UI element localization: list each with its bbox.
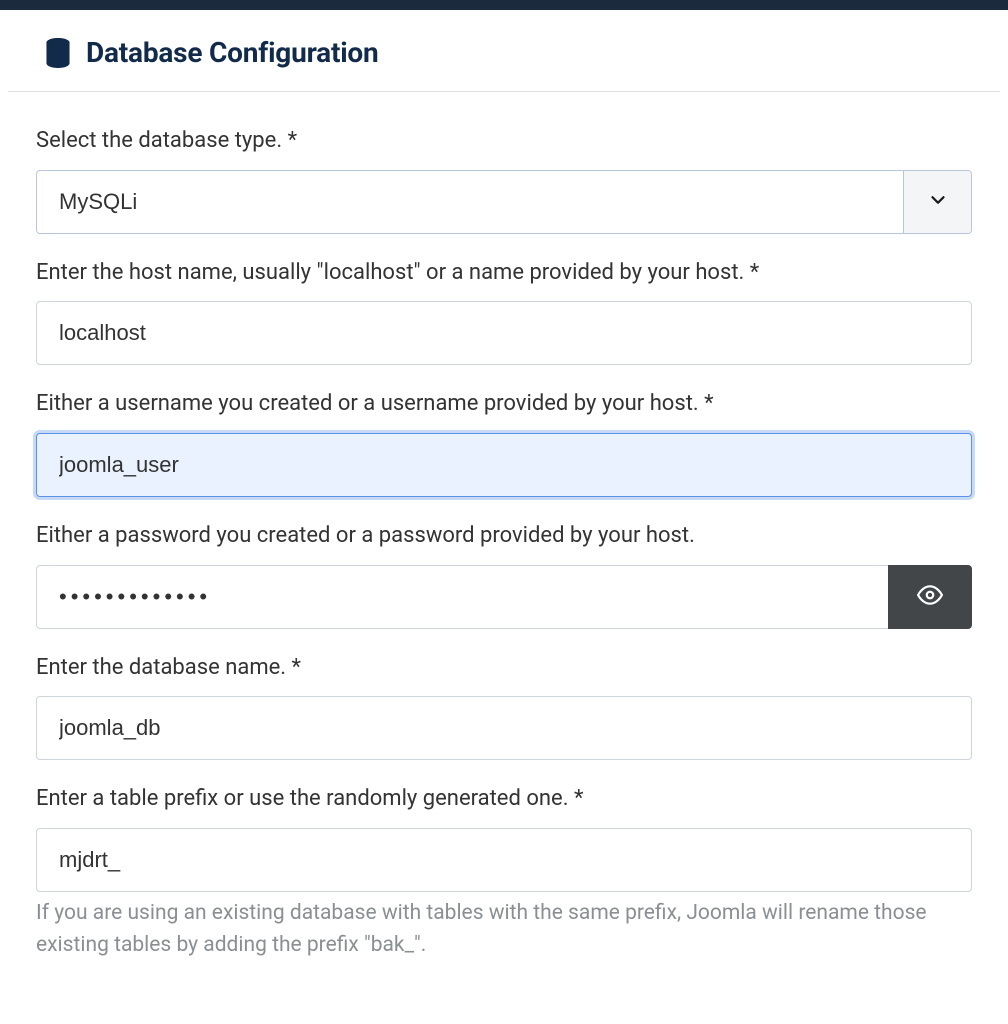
eye-icon xyxy=(917,582,943,611)
prefix-label: Enter a table prefix or use the randomly… xyxy=(36,784,972,814)
password-wrap xyxy=(36,565,972,629)
password-label: Either a password you created or a passw… xyxy=(36,521,972,551)
database-icon xyxy=(44,38,72,68)
dbname-label: Enter the database name. * xyxy=(36,653,972,683)
field-dbname: Enter the database name. * xyxy=(36,653,972,761)
dbname-input[interactable] xyxy=(36,696,972,760)
field-dbtype: Select the database type. * MySQLi xyxy=(36,126,972,234)
prefix-help-text: If you are using an existing database wi… xyxy=(36,898,972,961)
field-prefix: Enter a table prefix or use the randomly… xyxy=(36,784,972,961)
top-bar xyxy=(0,0,1008,10)
prefix-input[interactable] xyxy=(36,828,972,892)
dbtype-select-wrap: MySQLi xyxy=(36,170,972,234)
field-password: Either a password you created or a passw… xyxy=(36,521,972,629)
page-container: Database Configuration Select the databa… xyxy=(0,10,1008,977)
password-input[interactable] xyxy=(36,565,888,629)
db-config-form: Select the database type. * MySQLi Enter… xyxy=(8,92,1000,977)
username-input[interactable] xyxy=(36,433,972,497)
host-label: Enter the host name, usually "localhost"… xyxy=(36,258,972,288)
field-host: Enter the host name, usually "localhost"… xyxy=(36,258,972,366)
password-visibility-toggle[interactable] xyxy=(888,565,972,629)
dbtype-label: Select the database type. * xyxy=(36,126,972,156)
page-header: Database Configuration xyxy=(8,10,1000,92)
dbtype-select[interactable]: MySQLi xyxy=(36,170,972,234)
page-title: Database Configuration xyxy=(86,36,379,69)
field-username: Either a username you created or a usern… xyxy=(36,389,972,497)
username-label: Either a username you created or a usern… xyxy=(36,389,972,419)
host-input[interactable] xyxy=(36,301,972,365)
